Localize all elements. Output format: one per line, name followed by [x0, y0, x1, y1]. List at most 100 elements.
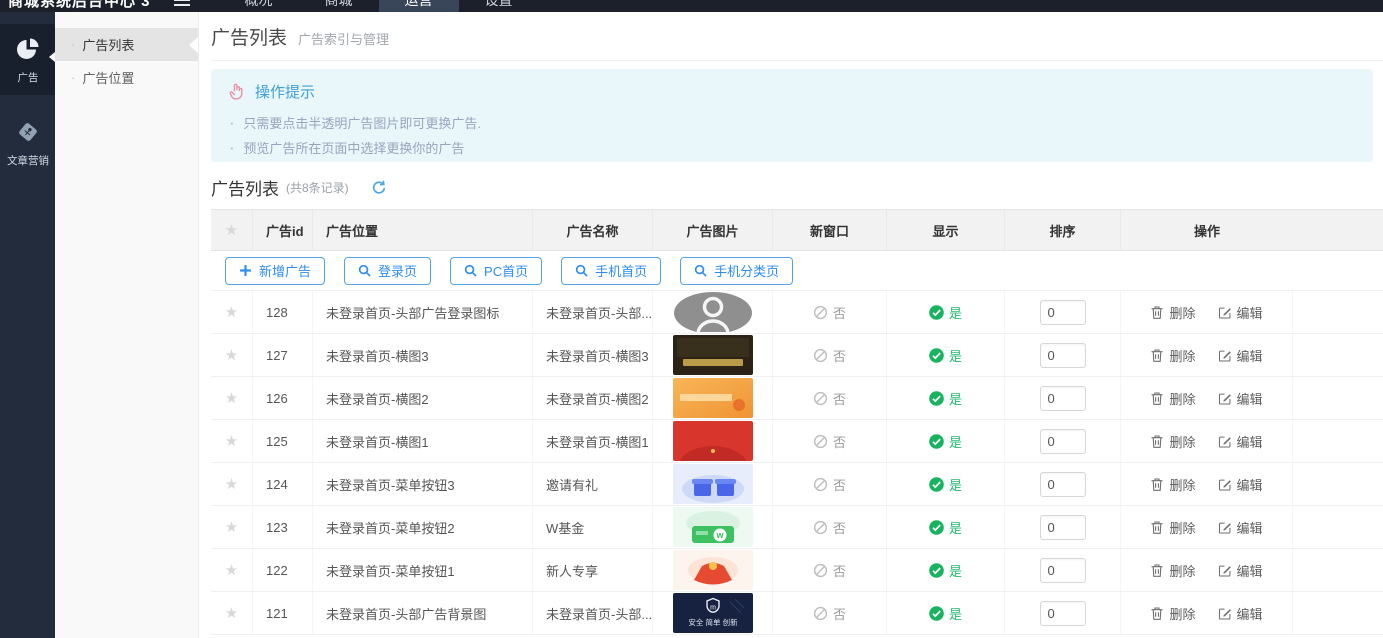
filter-button[interactable]: 手机首页: [561, 257, 661, 285]
sort-input[interactable]: [1040, 558, 1086, 583]
status-label: 否: [833, 389, 846, 408]
actions-cell: 删除 编辑: [1121, 506, 1293, 548]
trash-icon: [1150, 606, 1164, 621]
sort-input[interactable]: [1040, 300, 1086, 325]
status-label: 是: [949, 518, 962, 537]
sort-input[interactable]: [1040, 472, 1086, 497]
ad-thumbnail-red-gold-ingot[interactable]: [673, 550, 753, 590]
ad-image-cell: w: [653, 506, 773, 548]
delete-label: 删除: [1169, 561, 1195, 580]
edit-button[interactable]: 编辑: [1218, 561, 1263, 580]
actions-cell: 删除 编辑: [1121, 291, 1293, 333]
show-cell: 是: [887, 377, 1005, 419]
favorite-star-icon[interactable]: ★: [225, 389, 238, 407]
refresh-icon[interactable]: [371, 180, 387, 196]
admin-screen: 商城系统后台中心 3 概况商城运营设置 广告文章营销 ·广告列表·广告位置 广告…: [0, 0, 1383, 638]
column-header-1: 广告id: [253, 210, 313, 250]
ad-thumbnail-green-w-fund-card[interactable]: w: [673, 507, 753, 547]
submenu-item-ad-position[interactable]: ·广告位置: [55, 61, 198, 94]
delete-button[interactable]: 删除: [1150, 432, 1195, 451]
edit-button[interactable]: 编辑: [1218, 346, 1263, 365]
icon-sidebar: 广告文章营销: [0, 12, 55, 638]
ban-icon: [813, 477, 828, 492]
sort-input[interactable]: [1040, 601, 1086, 626]
delete-button[interactable]: 删除: [1150, 389, 1195, 408]
ad-thumbnail-orange-banner-ad[interactable]: [673, 378, 753, 418]
filter-button[interactable]: 手机分类页: [680, 257, 793, 285]
sort-input[interactable]: [1040, 386, 1086, 411]
table-row: ★128未登录首页-头部广告登录图标未登录首页-头部...否是删除编辑: [211, 291, 1383, 334]
ad-name-cell: 未登录首页-横图1: [533, 420, 653, 462]
delete-button[interactable]: 删除: [1150, 303, 1195, 322]
favorite-star-icon[interactable]: ★: [225, 432, 238, 450]
add-ad-button[interactable]: 新增广告: [225, 257, 325, 285]
edit-label: 编辑: [1237, 561, 1263, 580]
new-window-status: 否: [813, 303, 846, 322]
status-label: 否: [833, 475, 846, 494]
sort-cell: [1005, 420, 1121, 462]
list-title: 广告列表: [211, 175, 279, 200]
submenu-item-ad-list[interactable]: ·广告列表: [55, 28, 198, 61]
table-header-row: ★广告id广告位置广告名称广告图片新窗口显示排序操作: [211, 209, 1383, 251]
ad-thumbnail-red-banner-ad[interactable]: [673, 421, 753, 461]
sort-input[interactable]: [1040, 515, 1086, 540]
show-status: 是: [929, 604, 962, 623]
ad-thumbnail-navy-brand-banner[interactable]: m安全 简单 创新: [673, 593, 753, 633]
sort-input[interactable]: [1040, 343, 1086, 368]
action-links: 删除 编辑: [1150, 389, 1262, 408]
check-circle-icon: [929, 348, 944, 363]
ad-name-cell: 未登录首页-横图3: [533, 334, 653, 376]
edit-button[interactable]: 编辑: [1218, 518, 1263, 537]
page-title: 广告列表: [211, 23, 287, 50]
edit-button[interactable]: 编辑: [1218, 389, 1263, 408]
favorite-cell: ★: [211, 592, 253, 634]
new-window-cell: 否: [773, 592, 887, 634]
edit-button[interactable]: 编辑: [1218, 432, 1263, 451]
topbar-item[interactable]: 运营: [379, 0, 459, 12]
svg-text:w: w: [715, 530, 724, 540]
delete-button[interactable]: 删除: [1150, 346, 1195, 365]
ad-id-cell: 125: [253, 420, 313, 462]
search-icon: [358, 264, 371, 277]
filter-button[interactable]: 登录页: [344, 257, 431, 285]
delete-button[interactable]: 删除: [1150, 604, 1195, 623]
ad-position-cell: 未登录首页-头部广告登录图标: [313, 291, 533, 333]
ad-thumbnail-gray-user-avatar[interactable]: [673, 292, 753, 332]
sidebar-item-article-marketing[interactable]: 文章营销: [0, 107, 55, 178]
delete-button[interactable]: 删除: [1150, 518, 1195, 537]
edit-label: 编辑: [1237, 303, 1263, 322]
submenu-item-label: 广告位置: [82, 68, 134, 87]
favorite-star-icon[interactable]: ★: [225, 561, 238, 579]
show-status: 是: [929, 346, 962, 365]
edit-button[interactable]: 编辑: [1218, 475, 1263, 494]
column-header-2: 广告位置: [313, 210, 533, 250]
show-cell: 是: [887, 549, 1005, 591]
edit-icon: [1218, 348, 1232, 363]
sort-input[interactable]: [1040, 429, 1086, 454]
ban-icon: [813, 305, 828, 320]
favorite-star-icon[interactable]: ★: [225, 475, 238, 493]
favorite-star-icon[interactable]: ★: [225, 604, 238, 622]
delete-label: 删除: [1169, 303, 1195, 322]
edit-button[interactable]: 编辑: [1218, 604, 1263, 623]
edit-button[interactable]: 编辑: [1218, 303, 1263, 322]
topbar-item[interactable]: 商城: [299, 0, 379, 12]
topbar-item[interactable]: 概况: [219, 0, 299, 12]
ad-thumbnail-blue-gift-boxes[interactable]: [673, 464, 753, 504]
delete-button[interactable]: 删除: [1150, 475, 1195, 494]
table-row: ★123未登录首页-菜单按钮2W基金w否是删除编辑: [211, 506, 1383, 549]
sidebar-item-ads[interactable]: 广告: [0, 24, 55, 95]
favorite-star-icon[interactable]: ★: [225, 346, 238, 364]
delete-button[interactable]: 删除: [1150, 561, 1195, 580]
topbar-item[interactable]: 设置: [459, 0, 539, 12]
actions-cell: 删除 编辑: [1121, 377, 1293, 419]
trash-icon: [1150, 348, 1164, 363]
new-window-cell: 否: [773, 506, 887, 548]
hamburger-icon[interactable]: [173, 0, 191, 7]
column-header-7: 排序: [1005, 210, 1121, 250]
actions-cell: 删除 编辑: [1121, 334, 1293, 376]
favorite-star-icon[interactable]: ★: [225, 518, 238, 536]
ad-thumbnail-dark-banner-ad[interactable]: [673, 335, 753, 375]
filter-button[interactable]: PC首页: [450, 257, 542, 285]
favorite-star-icon[interactable]: ★: [225, 303, 238, 321]
